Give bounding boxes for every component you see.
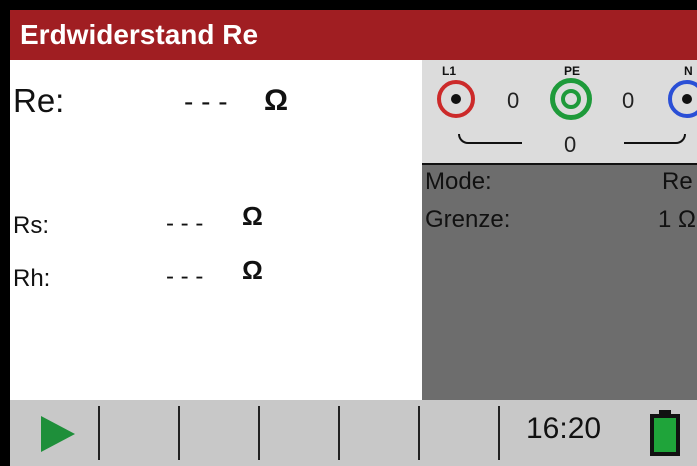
clock: 16:20 [526, 412, 602, 445]
rh-value: - - - [166, 263, 204, 290]
probe-pe-label: PE [564, 64, 581, 78]
probe-status: L1 PE N 0 0 0 [422, 60, 697, 163]
limit-label: Grenze: [425, 206, 511, 233]
rs-unit: Ω [242, 201, 263, 231]
n-socket-pin [682, 94, 692, 104]
function-key-4[interactable] [260, 400, 338, 466]
pe-socket-icon [550, 78, 592, 120]
measurement-panel: Re: - - - Ω Rs: - - - Ω Rh: - - - Ω [10, 60, 422, 400]
rh-unit: Ω [242, 255, 263, 285]
l1-n-bracket-left [458, 134, 522, 144]
rs-label: Rs: [13, 212, 49, 239]
re-unit: Ω [264, 84, 289, 117]
l1-n-bracket-right [624, 134, 686, 144]
play-icon [41, 416, 75, 452]
l1-socket-pin [451, 94, 461, 104]
l1-socket-icon [437, 80, 475, 118]
l1-n-value: 0 [564, 132, 577, 157]
probe-n-label: N [684, 64, 693, 78]
limit-value: 1 Ω [658, 206, 696, 233]
start-button[interactable] [10, 400, 98, 466]
n-socket-icon [668, 80, 697, 118]
battery-fill [654, 418, 676, 452]
function-key-5[interactable] [340, 400, 418, 466]
pe-n-value: 0 [622, 88, 635, 113]
rs-value: - - - [166, 210, 204, 237]
page-title: Erdwiderstand Re [20, 19, 259, 50]
pe-socket-ring [561, 89, 581, 109]
function-key-2[interactable] [100, 400, 178, 466]
re-value: - - - [184, 86, 228, 117]
rh-label: Rh: [13, 265, 51, 292]
probe-l1-label: L1 [442, 64, 457, 78]
device-screen: Erdwiderstand Re Re: - - - Ω Rs: - - - Ω… [10, 10, 697, 466]
battery-icon [650, 410, 680, 456]
divider [422, 163, 697, 165]
info-panel: L1 PE N 0 0 0 Mode: Re Grenze: 1 Ω [422, 60, 697, 400]
battery-body [650, 414, 680, 456]
l1-pe-value: 0 [507, 88, 520, 113]
key-separator [498, 406, 500, 460]
function-key-6[interactable] [420, 400, 498, 466]
title-bar: Erdwiderstand Re [10, 10, 697, 60]
function-key-3[interactable] [180, 400, 258, 466]
re-label: Re: [13, 82, 65, 119]
mode-value: Re [662, 168, 693, 195]
function-key-bar: 16:20 [10, 400, 697, 466]
mode-label: Mode: [425, 168, 492, 195]
